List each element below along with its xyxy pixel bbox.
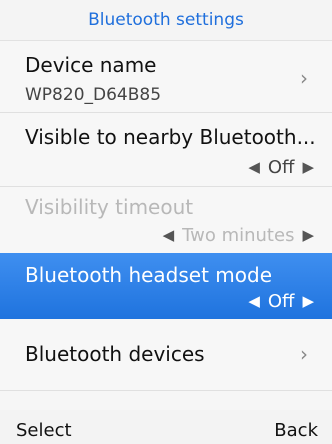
menu-item-visible-to-nearby[interactable]: Visible to nearby Bluetooth... ◀ Off ▶ — [0, 113, 332, 186]
arrow-left-icon[interactable]: ◀ — [248, 160, 260, 175]
menu-item-label: Visible to nearby Bluetooth... — [25, 125, 316, 149]
selector-value: Off — [267, 291, 295, 312]
arrow-right-icon[interactable]: ▶ — [302, 228, 314, 243]
menu-item-sublabel: WP820_D64B85 — [25, 85, 162, 105]
menu-item-bluetooth-devices[interactable]: Bluetooth devices › — [0, 320, 332, 390]
chevron-right-icon: › — [300, 66, 308, 90]
arrow-right-icon[interactable]: ▶ — [302, 294, 314, 309]
value-selector[interactable]: ◀ Off ▶ — [248, 291, 314, 312]
value-selector[interactable]: ◀ Off ▶ — [248, 157, 314, 178]
menu-item-device-name[interactable]: Device name WP820_D64B85 › — [0, 41, 332, 112]
arrow-left-icon[interactable]: ◀ — [163, 228, 175, 243]
value-selector[interactable]: ◀ Two minutes ▶ — [163, 225, 314, 246]
phone-screen: Bluetooth settings Device name WP820_D64… — [0, 0, 332, 444]
divider — [0, 390, 332, 391]
page-title: Bluetooth settings — [88, 10, 244, 30]
softkey-bar: Select Back — [0, 410, 332, 444]
menu-item-headset-mode[interactable]: Bluetooth headset mode ◀ Off ▶ — [0, 253, 332, 319]
arrow-right-icon[interactable]: ▶ — [302, 160, 314, 175]
title-bar: Bluetooth settings — [0, 0, 332, 41]
menu-item-label: Bluetooth devices — [25, 342, 205, 366]
menu-item-visibility-timeout[interactable]: Visibility timeout ◀ Two minutes ▶ — [0, 187, 332, 253]
chevron-right-icon: › — [300, 342, 308, 366]
softkey-select[interactable]: Select — [16, 420, 72, 441]
selector-value: Two minutes — [182, 225, 295, 246]
menu-item-label: Device name — [25, 53, 157, 77]
selector-value: Off — [267, 157, 295, 178]
menu-item-label: Bluetooth headset mode — [25, 263, 273, 287]
arrow-left-icon[interactable]: ◀ — [248, 294, 260, 309]
softkey-back[interactable]: Back — [274, 420, 318, 441]
menu-item-label: Visibility timeout — [25, 195, 194, 219]
